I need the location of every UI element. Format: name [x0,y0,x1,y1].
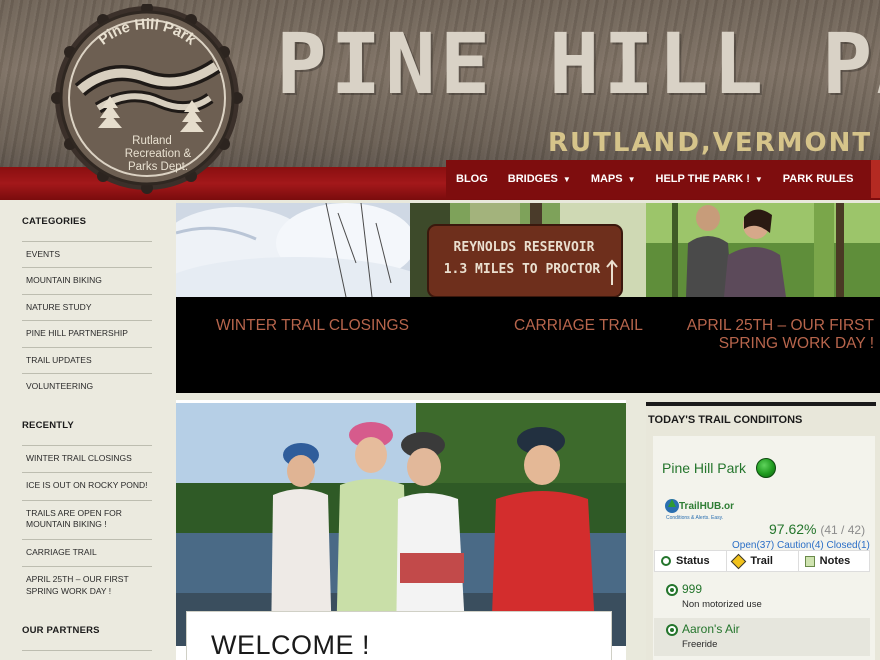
category-link[interactable]: MOUNTAIN BIKING [22,267,152,293]
trailhub-logo-text: TrailHUB.org [679,501,734,512]
sign-line-1: REYNOLDS RESERVOIR [454,240,595,255]
status-marker-icon [661,556,671,566]
category-link[interactable]: NATURE STUDY [22,293,152,320]
featured-slider: REYNOLDS RESERVOIR 1.3 MILES TO PROCTOR … [176,203,880,393]
category-link[interactable]: TRAIL UPDATES [22,346,152,373]
tab-notes[interactable]: Notes [797,550,869,572]
trail-name: Aaron's Air [682,622,740,636]
recent-post-link[interactable]: CARRIAGE TRAIL [22,538,152,566]
widget-title: TODAY'S TRAIL CONDIITONS [648,414,803,426]
category-link[interactable]: VOLUNTEERING [22,373,152,399]
partners-list: RUTLAND REC. & PARKS [22,650,152,660]
tab-label: Notes [819,555,851,567]
recent-posts-list: WINTER TRAIL CLOSINGS ICE IS OUT ON ROCK… [22,444,152,605]
caret-down-icon: ▼ [754,174,763,184]
nav-label: BLOG [456,173,488,185]
site-header: Pine Hill Park Rutland Recreation & Park… [0,0,880,200]
tab-label: Status [676,555,710,567]
trail-row[interactable]: 999 Non motorized use [654,578,870,616]
category-link[interactable]: PINE HILL PARTNERSHIP [22,320,152,346]
recent-post-link[interactable]: ICE IS OUT ON ROCKY POND! [22,472,152,499]
nav-help-the-park[interactable]: HELP THE PARK ! ▼ [646,160,773,198]
featured-photo[interactable] [176,403,626,646]
logo-line-2: Recreation & [125,148,192,160]
trail-note: Freeride [682,639,718,650]
slide-image-volunteers[interactable] [646,203,880,297]
nav-label: MAPS [590,173,623,185]
status-marker-icon [666,584,678,596]
caret-down-icon: ▼ [562,174,571,184]
status-open-icon [756,458,776,478]
main-nav: BLOG BRIDGES ▼ MAPS ▼ HELP THE PARK ! ▼ PAR… [446,160,880,198]
recent-post-link[interactable]: TRAILS ARE OPEN FOR MOUNTAIN BIKING ! [22,499,152,539]
open-percent: 97.62% (41 / 42) [769,521,865,537]
recent-post-link[interactable]: WINTER TRAIL CLOSINGS [22,444,152,472]
recent-post-link[interactable]: APRIL 25TH – OUR FIRST SPRING WORK DAY ! [22,566,152,605]
tab-label: Trail [750,555,773,567]
categories-list: EVENTS MOUNTAIN BIKING NATURE STUDY PINE… [22,241,152,400]
nav-blog[interactable]: BLOG [446,160,498,198]
tab-status[interactable]: Status [655,550,726,572]
trail-conditions-widget: TODAY'S TRAIL CONDIITONS Pine Hill Park … [646,400,880,660]
site-logo[interactable]: Pine Hill Park Rutland Recreation & Park… [40,2,254,194]
sidebar: CATEGORIES EVENTS MOUNTAIN BIKING NATURE… [0,200,176,660]
trail-note: Non motorized use [682,599,762,610]
caret-down-icon: ▼ [627,174,636,184]
park-name-link[interactable]: Pine Hill Park [662,460,746,476]
site-subtitle: RUTLAND,VERMONT [548,128,873,158]
nav-bridges[interactable]: BRIDGES ▼ [498,160,581,198]
partners-heading: OUR PARTNERS [22,625,100,637]
slide-caption[interactable]: APRIL 25TH – OUR FIRST SPRING WORK DAY ! [676,317,874,353]
welcome-heading: WELCOME ! [211,630,371,660]
status-marker-icon [666,624,678,636]
nav-label: BRIDGES [507,173,558,185]
partner-link[interactable]: RUTLAND REC. & PARKS [22,650,152,660]
logo-line-1: Rutland [132,135,172,147]
percent-fraction: (41 / 42) [820,523,866,537]
recently-heading: RECENTLY [22,419,74,431]
nav-maps[interactable]: MAPS ▼ [581,160,646,198]
trail-name: 999 [682,582,703,596]
trailhub-tagline: Conditions & Alerts. Easy. [666,515,723,521]
logo-line-3: Parks Dept. [128,161,188,173]
sign-line-2: 1.3 MILES TO PROCTOR [444,262,601,277]
hiker-sign-icon [731,553,747,569]
nav-label: HELP THE PARK ! [655,173,750,185]
widget-tabs: Status Trail Notes [654,550,870,572]
category-link[interactable]: EVENTS [22,241,152,267]
nav-park-rules[interactable]: PARK RULES [773,160,864,198]
widget-top-rule [646,402,876,406]
slide-caption[interactable]: CARRIAGE TRAIL [514,317,674,335]
slide-image-snow[interactable] [176,203,410,297]
trail-row[interactable]: Aaron's Air Freeride [654,618,870,656]
notes-icon [804,555,815,567]
slide-image-sign[interactable]: REYNOLDS RESERVOIR 1.3 MILES TO PROCTOR [410,203,646,297]
percent-value: 97.62% [769,521,817,537]
nav-label: PARK RULES [782,173,854,185]
welcome-card: WELCOME ! [186,611,612,660]
categories-heading: CATEGORIES [22,216,87,227]
search-button[interactable] [871,160,880,198]
trailhub-logo[interactable]: TrailHUB.org Conditions & Alerts. Easy. [664,495,740,523]
site-title: PINE HILL PARK [276,15,880,113]
tab-trail[interactable]: Trail [726,550,797,572]
slide-caption[interactable]: WINTER TRAIL CLOSINGS [216,317,446,335]
